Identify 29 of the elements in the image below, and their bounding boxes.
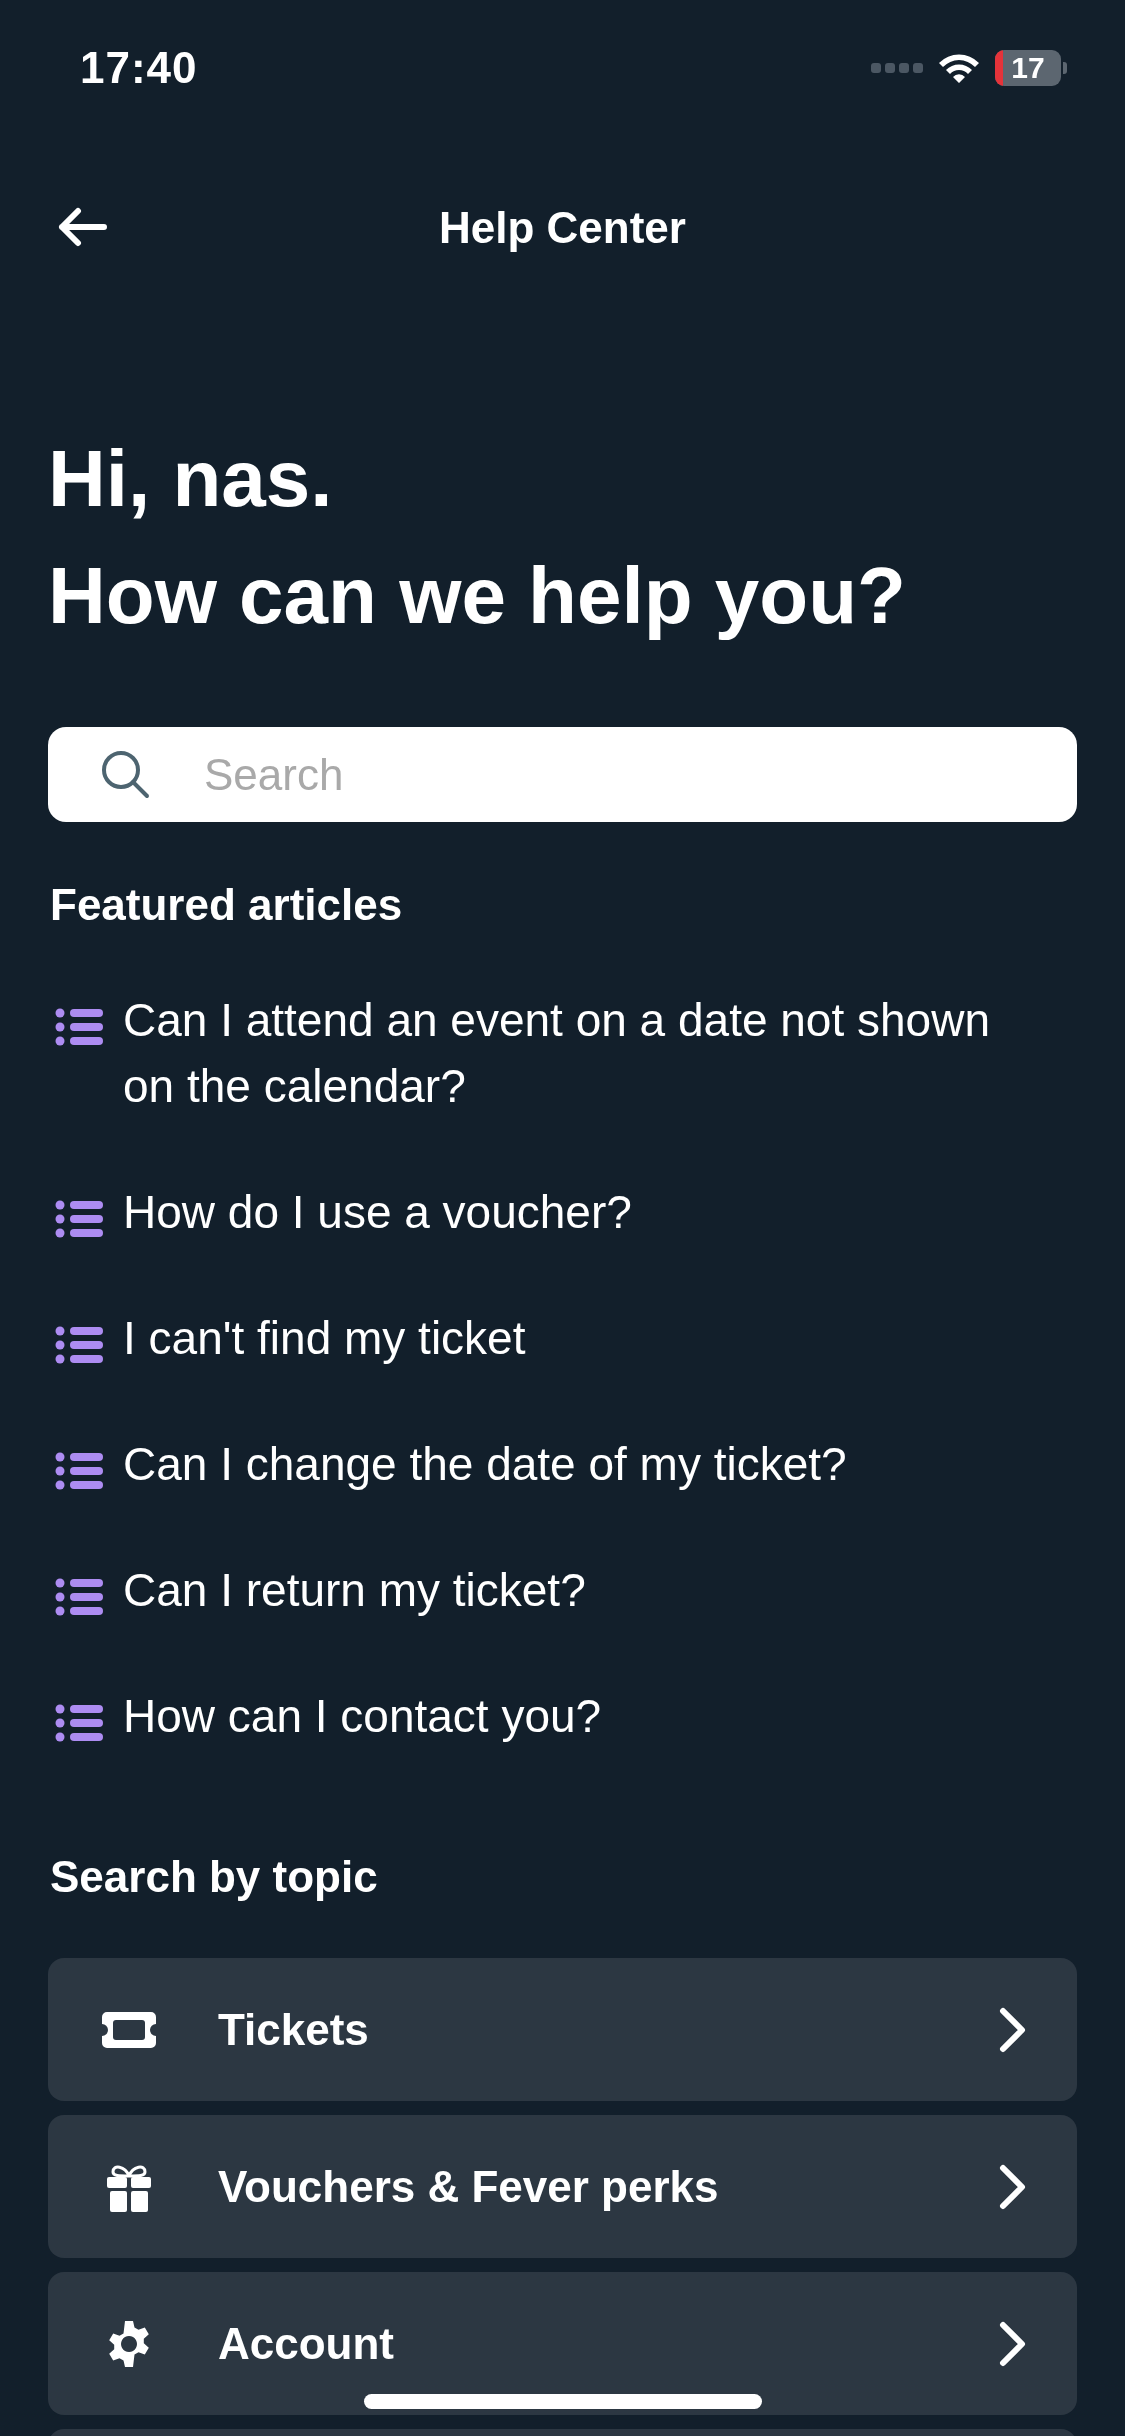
ticket-icon [102, 2011, 156, 2048]
chevron-right-icon [999, 2163, 1027, 2210]
article-link[interactable]: How can I contact you? [123, 1683, 602, 1749]
topic-button[interactable]: Account [48, 2272, 1077, 2415]
article-link[interactable]: Can I return my ticket? [123, 1557, 586, 1623]
search-icon [100, 749, 150, 799]
screen-title: Help Center [439, 202, 686, 253]
article-link[interactable]: Can I change the date of my ticket? [123, 1431, 847, 1497]
topic-button[interactable]: Tickets [48, 1958, 1077, 2101]
list-icon [55, 1200, 103, 1238]
chevron-right-icon [999, 2006, 1027, 2053]
article-link[interactable]: Can I attend an event on a date not shown on the calendar? [123, 987, 1040, 1119]
back-arrow-icon [56, 207, 108, 247]
list-icon [55, 1326, 103, 1364]
help-question-heading: How can we help you? [48, 550, 906, 642]
article-link[interactable]: I can't find my ticket [123, 1305, 526, 1371]
chevron-right-icon [999, 2320, 1027, 2367]
clock-time: 17:40 [80, 42, 199, 93]
topic-button[interactable]: Vouchers & Fever perks [48, 2115, 1077, 2258]
list-icon [55, 1578, 103, 1616]
list-icon [55, 1704, 103, 1742]
search-field[interactable]: Search [48, 727, 1077, 822]
list-icon [55, 1008, 103, 1046]
list-icon [55, 1452, 103, 1490]
section-heading: Search by topic [50, 1851, 378, 1903]
signal-icon [871, 61, 923, 74]
greeting-text: Hi, nas. [48, 433, 333, 525]
article-link[interactable]: How do I use a voucher? [123, 1179, 632, 1245]
section-heading: Featured articles [50, 879, 403, 931]
